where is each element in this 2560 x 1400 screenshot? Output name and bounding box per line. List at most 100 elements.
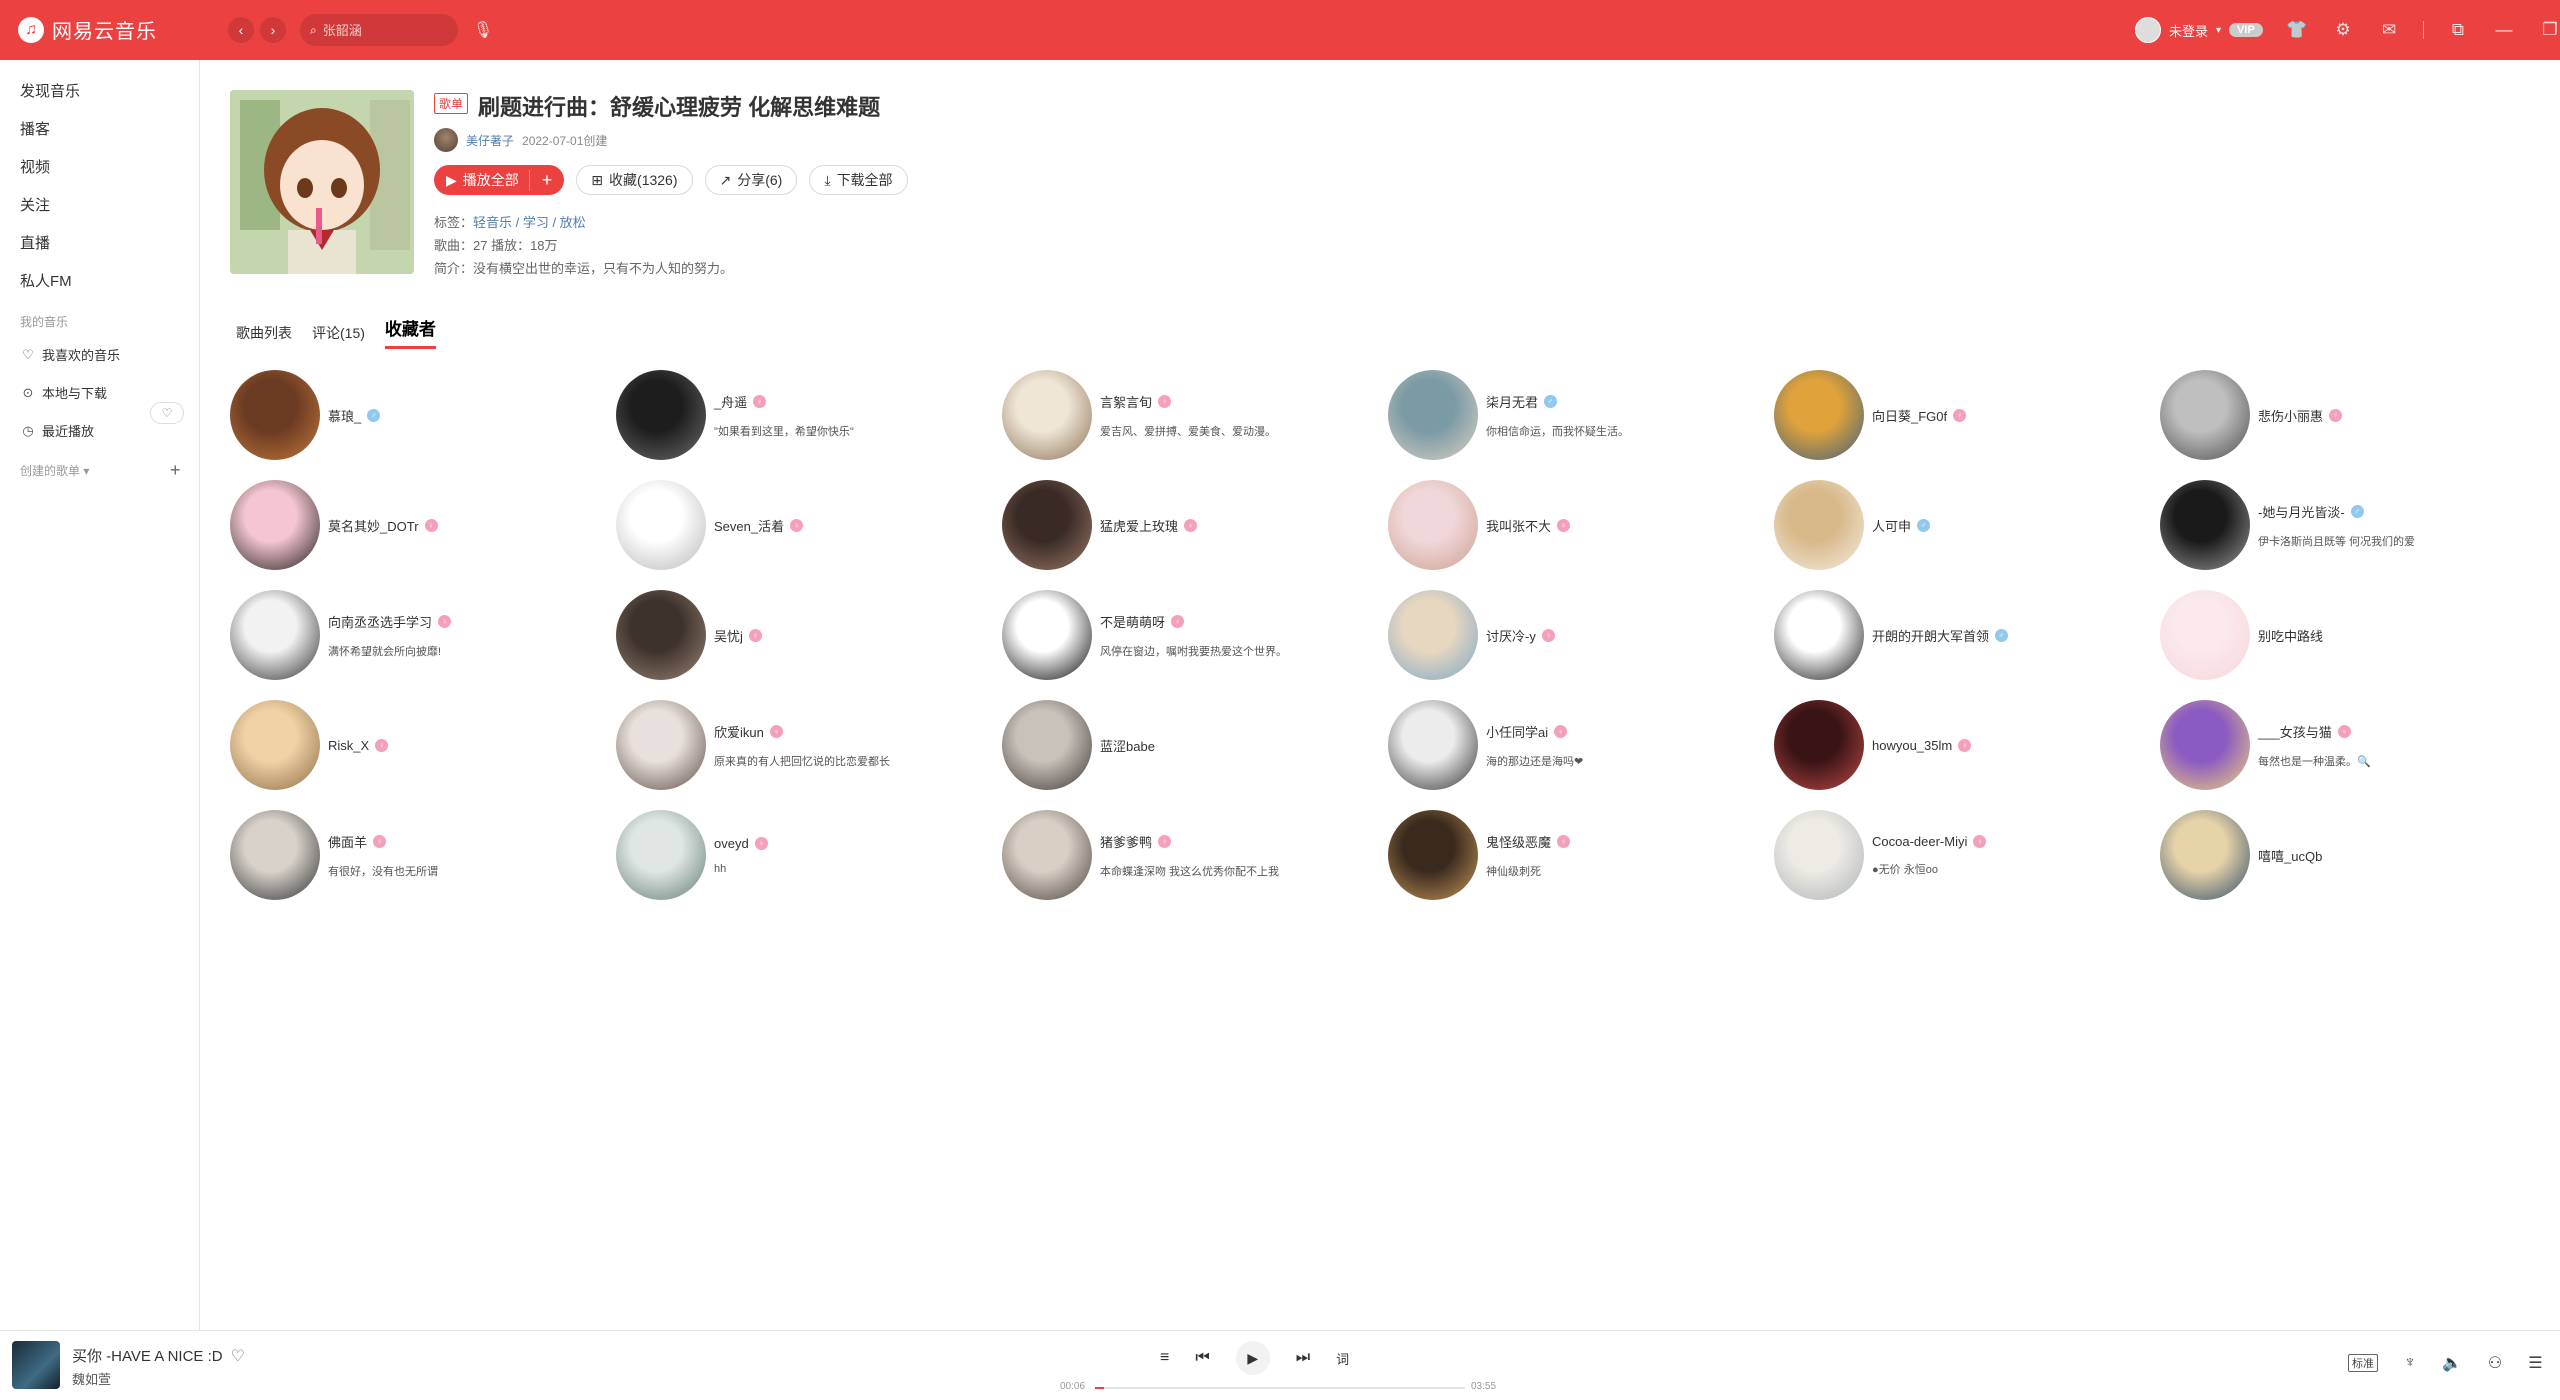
subscriber-card[interactable]: 佛面羊 ♀ 有很好，没有也无所谓 [230, 810, 616, 900]
heartbeat-mode-button[interactable]: ♡ [150, 402, 184, 424]
sidebar-item-liked[interactable]: ♡ 我喜欢的音乐 [20, 345, 120, 364]
subscriber-name[interactable]: 吴忧j [714, 626, 743, 645]
subscriber-card[interactable]: 猛虎爱上玫瑰 ♀ [1002, 480, 1388, 570]
forward-button[interactable]: › [260, 17, 286, 43]
subscriber-avatar[interactable] [230, 700, 320, 790]
subscriber-card[interactable]: 小任同学ai ♀ 海的那边还是海吗❤ [1388, 700, 1774, 790]
subscriber-card[interactable]: 向日葵_FG0f ♀ [1774, 370, 2160, 460]
subscriber-name[interactable]: 柒月无君 [1486, 392, 1538, 411]
subscriber-name[interactable]: 佛面羊 [328, 832, 367, 851]
subscriber-name[interactable]: 嘻嘻_ucQb [2258, 846, 2322, 865]
subscriber-name[interactable]: 欣爱ikun [714, 722, 764, 741]
subscriber-card[interactable]: 不是萌萌呀 ♀ 风停在窗边，嘱咐我要热爱这个世界。 [1002, 590, 1388, 680]
minimize-icon[interactable]: — [2492, 18, 2516, 42]
subscriber-name[interactable]: 人可申 [1872, 516, 1911, 535]
subscriber-name[interactable]: 向日葵_FG0f [1872, 406, 1947, 425]
subscriber-name[interactable]: Cocoa-deer-Miyi [1872, 834, 1967, 849]
subscriber-avatar[interactable] [1388, 480, 1478, 570]
playlist-mode-icon[interactable]: ≡ [1160, 1349, 1169, 1367]
subscriber-avatar[interactable] [616, 480, 706, 570]
subscriber-name[interactable]: 蓝涩babe [1100, 736, 1155, 755]
subscriber-avatar[interactable] [230, 370, 320, 460]
like-heart-icon[interactable]: ♡ [231, 1346, 245, 1366]
subscriber-card[interactable]: howyou_35lm ♀ [1774, 700, 2160, 790]
subscriber-card[interactable]: oveyd ♀ hh [616, 810, 1002, 900]
subscriber-avatar[interactable] [2160, 480, 2250, 570]
subscriber-card[interactable]: 莫名其妙_DOTr ♀ [230, 480, 616, 570]
subscriber-card[interactable]: 言絮言旬 ♀ 爱吉风、爱拼搏、爱美食、爱动漫。 [1002, 370, 1388, 460]
created-playlists-header[interactable]: 创建的歌单 ▾ [20, 462, 89, 479]
download-all-button[interactable]: ⤓ 下载全部 [809, 165, 908, 195]
subscriber-avatar[interactable] [2160, 810, 2250, 900]
subscriber-name[interactable]: 言絮言旬 [1100, 392, 1152, 411]
progress-bar[interactable] [1095, 1387, 1465, 1389]
play-queue-icon[interactable]: ☰ [2528, 1353, 2542, 1373]
subscriber-name[interactable]: 猛虎爱上玫瑰 [1100, 516, 1178, 535]
sidebar-item-discover[interactable]: 发现音乐 [20, 80, 80, 101]
subscriber-avatar[interactable] [1002, 700, 1092, 790]
lyrics-button[interactable]: 词 [1336, 1349, 1349, 1368]
subscriber-avatar[interactable] [1774, 590, 1864, 680]
subscriber-name[interactable]: 向南丞丞选手学习 [328, 612, 432, 631]
subscriber-avatar[interactable] [1388, 810, 1478, 900]
subscriber-avatar[interactable] [616, 370, 706, 460]
subscriber-card[interactable]: Risk_X ♀ [230, 700, 616, 790]
quality-button[interactable]: 标准 [2348, 1354, 2378, 1372]
subscriber-name[interactable]: 别吃中路线 [2258, 626, 2323, 645]
subscriber-name[interactable]: 猪爹爹鸭 [1100, 832, 1152, 851]
subscriber-name[interactable]: 慕琅_ [328, 406, 361, 425]
subscriber-card[interactable]: 嘻嘻_ucQb [2160, 810, 2546, 900]
tags-links[interactable]: 轻音乐 / 学习 / 放松 [473, 215, 586, 230]
subscriber-name[interactable]: 莫名其妙_DOTr [328, 516, 419, 535]
subscriber-card[interactable]: 蓝涩babe [1002, 700, 1388, 790]
sidebar-item-live[interactable]: 直播 [20, 232, 50, 253]
subscriber-avatar[interactable] [1388, 590, 1478, 680]
search-box[interactable]: ⌕ [300, 14, 458, 46]
user-name[interactable]: 未登录 [2169, 21, 2208, 40]
creator-name[interactable]: 美仔著子 [466, 132, 514, 149]
sidebar-item-fm[interactable]: 私人FM [20, 270, 72, 291]
subscriber-name[interactable]: 悲伤小丽惠 [2258, 406, 2323, 425]
volume-icon[interactable]: 🔈 [2442, 1353, 2462, 1373]
subscriber-card[interactable]: 鬼怪级恶魔 ♀ 神仙级刺死 [1388, 810, 1774, 900]
subscriber-avatar[interactable] [2160, 590, 2250, 680]
subscriber-name[interactable]: 小任同学ai [1486, 722, 1548, 741]
subscriber-card[interactable]: 吴忧j ♀ [616, 590, 1002, 680]
now-playing-artist[interactable]: 魏如萱 [72, 1369, 111, 1388]
subscriber-avatar[interactable] [616, 810, 706, 900]
search-input[interactable] [322, 22, 443, 38]
subscriber-name[interactable]: 开朗的开朗大军首领 [1872, 626, 1989, 645]
voice-search-icon[interactable]: 🎙 [470, 17, 496, 43]
subscriber-avatar[interactable] [1002, 810, 1092, 900]
subscriber-avatar[interactable] [1774, 810, 1864, 900]
subscriber-card[interactable]: Seven_活着 ♀ [616, 480, 1002, 570]
subscriber-card[interactable]: 人可申 ♂ [1774, 480, 2160, 570]
now-playing-title[interactable]: 买你 -HAVE A NICE :D [72, 1345, 223, 1366]
subscriber-avatar[interactable] [1774, 480, 1864, 570]
play-all-button[interactable]: ▶ 播放全部 + [434, 165, 565, 195]
subscriber-avatar[interactable] [1774, 370, 1864, 460]
subscriber-card[interactable]: -她与月光皆淡- ♂ 伊卡洛斯尚且既等 何况我们的爱 [2160, 480, 2546, 570]
add-playlist-icon[interactable]: + [170, 460, 181, 481]
now-playing-cover[interactable] [12, 1341, 60, 1389]
subscriber-card[interactable]: Cocoa-deer-Miyi ♀ ●无价 永恒oo [1774, 810, 2160, 900]
subscriber-avatar[interactable] [230, 480, 320, 570]
sound-effect-icon[interactable]: ♆ [2404, 1354, 2416, 1372]
subscriber-name[interactable]: oveyd [714, 836, 749, 851]
collect-button[interactable]: ⊞ 收藏(1326) [576, 165, 693, 195]
subscriber-avatar[interactable] [616, 700, 706, 790]
subscriber-card[interactable]: 悲伤小丽惠 ♀ [2160, 370, 2546, 460]
subscriber-card[interactable]: 讨厌冷-y ♀ [1388, 590, 1774, 680]
listen-together-icon[interactable]: ⚇ [2488, 1353, 2502, 1373]
back-button[interactable]: ‹ [228, 17, 254, 43]
subscriber-avatar[interactable] [1002, 370, 1092, 460]
tab-subscribers[interactable]: 收藏者 [384, 315, 436, 349]
sidebar-item-video[interactable]: 视频 [20, 156, 50, 177]
subscriber-avatar[interactable] [1002, 590, 1092, 680]
subscriber-card[interactable]: 欣爱ikun ♀ 原来真的有人把回忆说的比恋爱都长 [616, 700, 1002, 790]
mini-mode-icon[interactable]: ⧉ [2446, 18, 2470, 42]
sidebar-item-podcast[interactable]: 播客 [20, 118, 50, 139]
subscriber-name[interactable]: 我叫张不大 [1486, 516, 1551, 535]
mail-icon[interactable]: ✉ [2377, 18, 2401, 42]
subscriber-card[interactable]: 柒月无君 ♂ 你相信命运，而我怀疑生活。 [1388, 370, 1774, 460]
